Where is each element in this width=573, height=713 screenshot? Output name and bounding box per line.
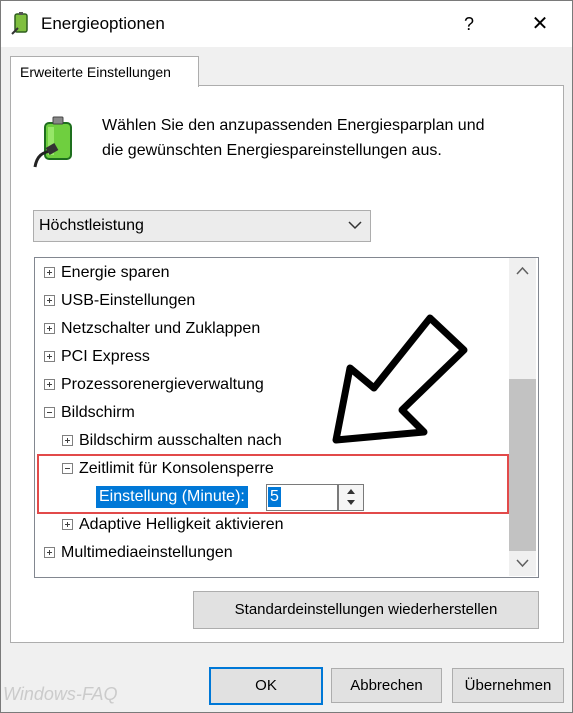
watermark: Windows-FAQ <box>3 684 118 704</box>
apply-button[interactable]: Übernehmen <box>452 668 564 703</box>
tree-item-label: Prozessorenergieverwaltung <box>61 376 264 393</box>
tab-label: Erweiterte Einstellungen <box>20 64 171 80</box>
window-title: Energieoptionen <box>41 14 165 33</box>
tree-item-label: Netzschalter und Zuklappen <box>61 320 261 337</box>
restore-defaults-button[interactable]: Standardeinstellungen wiederherstellen <box>193 591 539 629</box>
close-button[interactable]: ✕ <box>525 11 555 37</box>
settings-tree: Energie sparen USB-Einstellungen Netzsch… <box>34 257 539 578</box>
setting-minute-label: Einstellung (Minute): <box>96 486 248 508</box>
expand-plus-icon[interactable] <box>44 323 55 334</box>
power-plan-select[interactable]: Höchstleistung <box>33 210 371 242</box>
tree-item-label: Adaptive Helligkeit aktivieren <box>79 516 284 533</box>
tree-item-label: PCI Express <box>61 348 150 365</box>
setting-minute-value: 5 <box>268 487 281 507</box>
scrollbar-thumb[interactable] <box>509 379 536 551</box>
tree-item-label: Bildschirm ausschalten nach <box>79 432 282 449</box>
stepper-down-icon[interactable] <box>339 497 363 509</box>
expand-plus-icon[interactable] <box>44 295 55 306</box>
power-plan-value: Höchstleistung <box>39 217 144 234</box>
tab-erweiterte-einstellungen[interactable]: Erweiterte Einstellungen <box>10 56 199 87</box>
expand-plus-icon[interactable] <box>62 519 73 530</box>
scroll-down-icon[interactable] <box>509 549 536 576</box>
tree-item-label: USB-Einstellungen <box>61 292 196 309</box>
battery-plug-icon <box>11 12 28 35</box>
intro-line-2: die gewünschten Energiespareinstellungen… <box>102 142 442 159</box>
expand-plus-icon[interactable] <box>44 351 55 362</box>
help-button[interactable]: ? <box>457 11 481 37</box>
tree-item-label: Energie sparen <box>61 264 170 281</box>
intro-text: Wählen Sie den anzupassenden Energiespar… <box>102 113 542 163</box>
ok-button[interactable]: OK <box>209 667 323 705</box>
cancel-button[interactable]: Abbrechen <box>331 668 442 703</box>
expand-plus-icon[interactable] <box>44 547 55 558</box>
title-bar: Energieoptionen ? ✕ <box>1 1 572 47</box>
stepper-up-icon[interactable] <box>339 485 363 497</box>
tree-scrollbar[interactable] <box>509 258 536 576</box>
tree-item-label: Bildschirm <box>61 404 135 421</box>
battery-icon <box>33 116 72 168</box>
tree-item-label: Multimediaeinstellungen <box>61 544 233 561</box>
expand-plus-icon[interactable] <box>44 379 55 390</box>
minute-stepper[interactable] <box>338 484 364 511</box>
setting-minute-input[interactable]: 5 <box>266 484 338 511</box>
intro-line-1: Wählen Sie den anzupassenden Energiespar… <box>102 117 485 134</box>
expand-plus-icon[interactable] <box>44 267 55 278</box>
expand-plus-icon[interactable] <box>62 435 73 446</box>
collapse-minus-icon[interactable] <box>44 407 55 418</box>
scroll-up-icon[interactable] <box>509 258 536 285</box>
chevron-down-icon <box>348 221 362 230</box>
